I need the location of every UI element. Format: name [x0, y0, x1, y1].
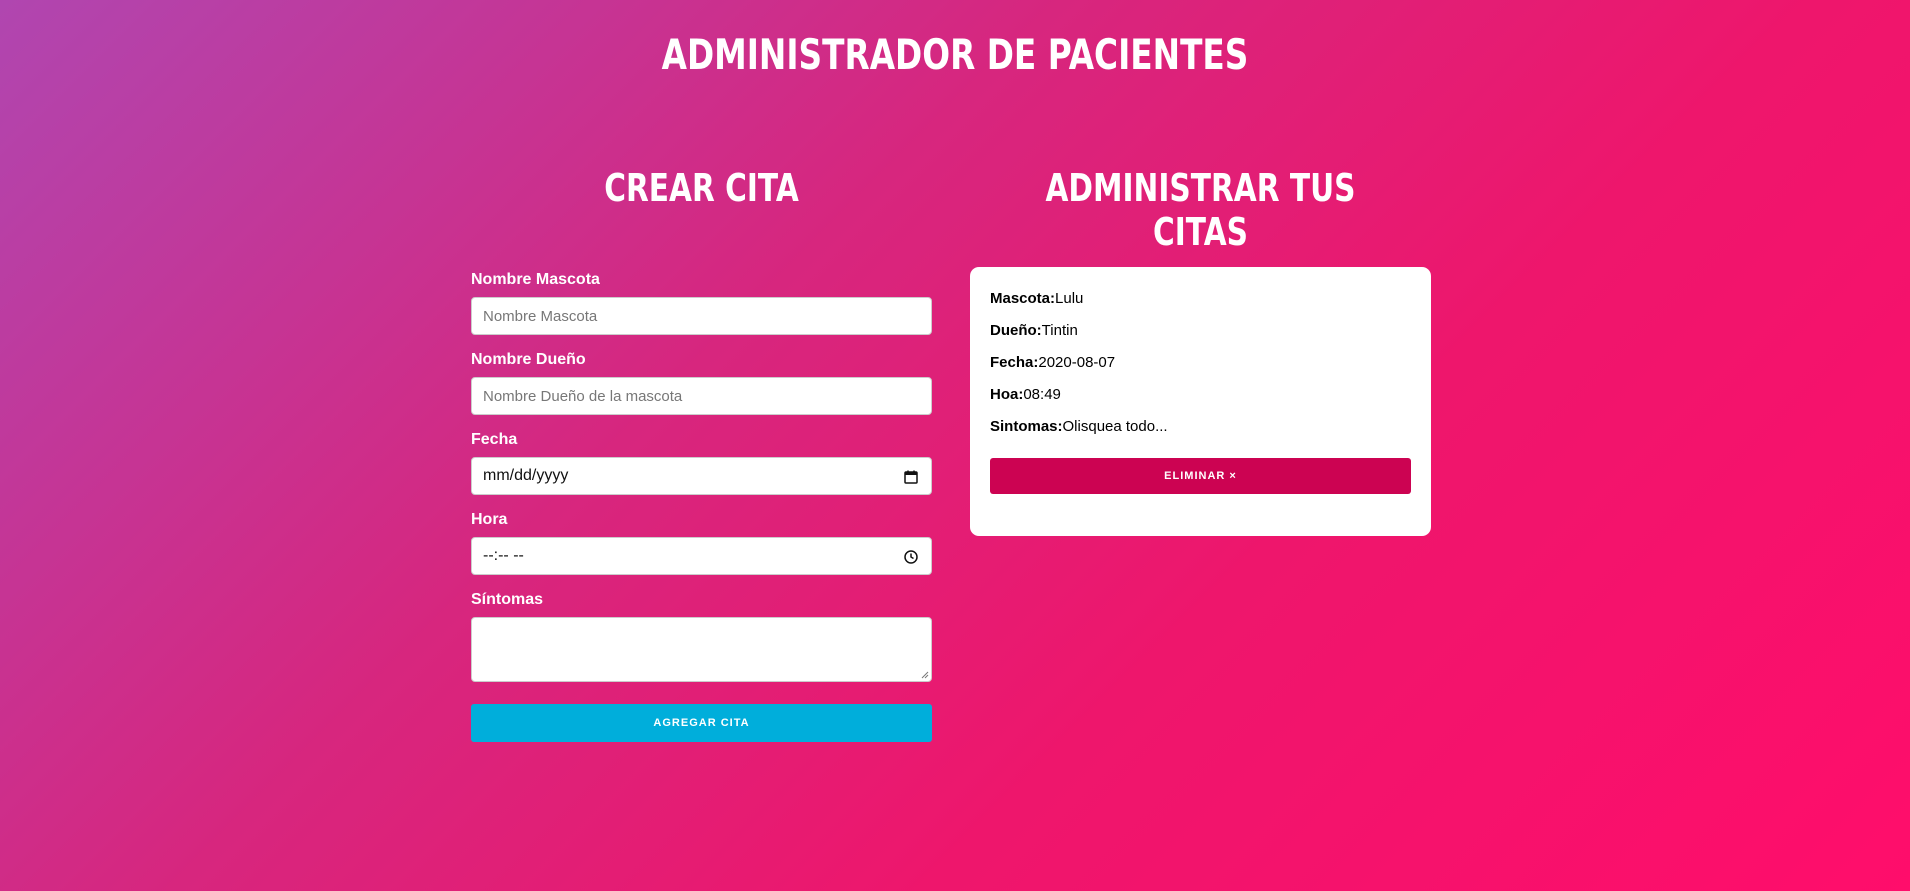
- date-key: Fecha:: [990, 354, 1039, 371]
- pet-value: Lulu: [1055, 290, 1084, 307]
- date-value-text: 2020-08-07: [1038, 354, 1116, 371]
- date-value: mm/dd/yyyy: [483, 467, 569, 484]
- symptoms-label: Síntomas: [471, 591, 544, 608]
- symptoms-value-text: Olisquea todo...: [1062, 418, 1168, 435]
- owner-name-label: Nombre Dueño: [471, 351, 586, 368]
- appointment-pet: Mascota:Lulu: [990, 289, 1411, 321]
- symptoms-key: Sintomas:: [990, 418, 1063, 435]
- appointment-symptoms: Sintomas:Olisquea todo...: [990, 417, 1411, 449]
- appointment-time: Hoa:08:49: [990, 385, 1411, 417]
- clock-icon[interactable]: [903, 549, 919, 565]
- add-appointment-button[interactable]: AGREGAR CITA: [471, 704, 932, 742]
- owner-name-input[interactable]: [483, 387, 920, 405]
- appointment-date: Fecha:2020-08-07: [990, 353, 1411, 385]
- pet-name-input[interactable]: [483, 307, 920, 325]
- time-key: Hoa:: [990, 386, 1024, 403]
- create-appointment-title: CREAR CITA: [604, 166, 799, 210]
- pet-name-label: Nombre Mascota: [471, 271, 600, 288]
- delete-appointment-button[interactable]: ELIMINAR ×: [990, 458, 1411, 494]
- date-input[interactable]: mm/dd/yyyy: [471, 457, 932, 495]
- appointment-form: Nombre Mascota Nombre Dueño Fecha mm/dd/…: [471, 270, 932, 742]
- time-input[interactable]: --:-- --: [471, 537, 932, 575]
- owner-name-field[interactable]: [471, 377, 932, 415]
- time-label: Hora: [471, 511, 508, 528]
- resize-grip-icon[interactable]: [921, 671, 929, 679]
- symptoms-textarea[interactable]: [471, 617, 932, 682]
- manage-appointments-title: ADMINISTRAR TUS CITAS: [1045, 166, 1356, 254]
- app-title: ADMINISTRADOR DE PACIENTES: [661, 30, 1249, 79]
- date-label: Fecha: [471, 431, 518, 448]
- time-value-text: 08:49: [1023, 386, 1061, 403]
- pet-key: Mascota:: [990, 290, 1056, 307]
- pet-name-field[interactable]: [471, 297, 932, 335]
- owner-key: Dueño:: [990, 322, 1042, 339]
- owner-value: Tintin: [1041, 322, 1078, 339]
- time-value: --:-- --: [483, 547, 524, 564]
- calendar-icon[interactable]: [903, 469, 919, 485]
- appointment-card: Mascota:Lulu Dueño:Tintin Fecha:2020-08-…: [970, 267, 1431, 536]
- appointment-owner: Dueño:Tintin: [990, 321, 1411, 353]
